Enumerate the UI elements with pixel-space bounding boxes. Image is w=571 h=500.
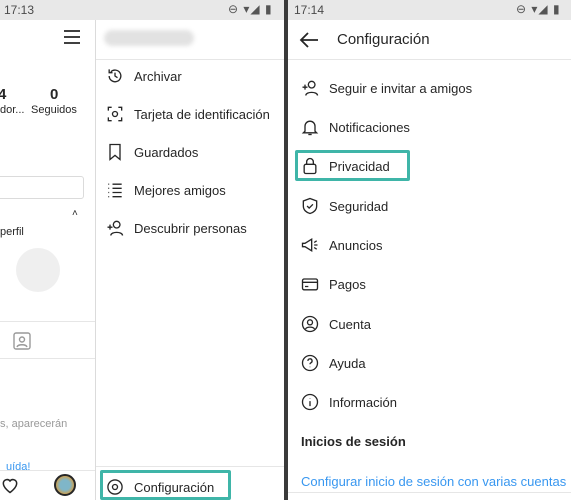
add-person-icon — [104, 217, 126, 239]
settings-item-notificaciones[interactable]: Notificaciones — [299, 116, 410, 138]
tagged-icon[interactable] — [12, 331, 32, 356]
profile-partial: 4 dor... 0 Seguidos perfil ˄ s, aparecer… — [0, 20, 95, 500]
bookmark-icon — [104, 141, 126, 163]
status-bar-right: 17:14 ⊖ ▾◢ ▮ — [288, 0, 571, 20]
drawer-item-label: Mejores amigos — [134, 182, 226, 198]
drawer-footer-divider — [96, 466, 284, 467]
page-title: Configuración — [337, 31, 430, 48]
screens-divider — [284, 0, 288, 500]
status-time: 17:13 — [4, 3, 35, 17]
lock-icon — [299, 155, 321, 177]
nametag-icon — [104, 103, 126, 125]
settings-item-seguir-e-invitar-a-amigos[interactable]: Seguir e invitar a amigos — [299, 77, 472, 99]
status-icons: ⊖ ▾◢ ▮ — [228, 2, 273, 16]
drawer-item-archivar[interactable]: Archivar — [104, 65, 182, 87]
settings-item-label: Seguridad — [329, 198, 389, 214]
edit-profile-button[interactable] — [0, 176, 84, 199]
megaphone-icon — [299, 234, 321, 256]
settings-item-label: Notificaciones — [329, 119, 410, 135]
followers-count: 4 — [0, 86, 7, 103]
settings-item-cuenta[interactable]: Cuenta — [299, 313, 371, 335]
card-icon — [299, 273, 321, 295]
info-icon — [299, 391, 321, 413]
settings-highlight-box — [100, 470, 231, 500]
add-person-icon — [299, 77, 321, 99]
settings-item-información[interactable]: Información — [299, 391, 397, 413]
settings-item-label: Cuenta — [329, 316, 371, 332]
drawer-header-divider — [96, 59, 284, 60]
drawer-item-label: Guardados — [134, 144, 199, 160]
status-icons-right: ⊖ ▾◢ ▮ — [516, 2, 561, 16]
bottom-nav-left — [0, 470, 95, 500]
drawer-item-label: Archivar — [134, 68, 182, 84]
drawer-item-label: Descubrir personas — [134, 220, 247, 236]
drawer-item-descubrir-personas[interactable]: Descubrir personas — [104, 217, 247, 239]
followers-label[interactable]: dor... — [0, 104, 24, 116]
settings-item-label: Información — [329, 394, 397, 410]
help-icon — [299, 352, 321, 374]
following-label[interactable]: Seguidos — [31, 104, 77, 116]
profile-avatar-icon[interactable] — [54, 474, 76, 496]
avatar-placeholder — [16, 248, 60, 292]
settings-item-label: Seguir e invitar a amigos — [329, 80, 473, 96]
profile-section-label: perfil — [0, 226, 24, 238]
drawer-item-tarjeta-de-identificación[interactable]: Tarjeta de identificación — [104, 103, 270, 125]
status-time-right: 17:14 — [294, 3, 325, 17]
bottom-nav-right — [288, 492, 571, 500]
tabs-divider-top — [0, 321, 95, 322]
close-friends-icon — [104, 179, 126, 201]
login-section-title: Inicios de sesión — [301, 434, 406, 449]
archive-icon — [104, 65, 126, 87]
settings-item-label: Anuncios — [329, 237, 383, 253]
settings-item-pagos[interactable]: Pagos — [299, 273, 366, 295]
settings-header: Configuración — [288, 20, 571, 60]
chevron-up-icon[interactable]: ˄ — [72, 208, 78, 219]
heart-icon[interactable] — [0, 475, 20, 500]
drawer-item-guardados[interactable]: Guardados — [104, 141, 198, 163]
multi-account-login-link[interactable]: Configurar inicio de sesión con varias c… — [301, 474, 566, 489]
drawer-item-mejores-amigos[interactable]: Mejores amigos — [104, 179, 226, 201]
menu-icon[interactable] — [62, 28, 82, 51]
account-icon — [299, 313, 321, 335]
settings-item-privacidad[interactable]: Privacidad — [299, 155, 390, 177]
shield-icon — [299, 195, 321, 217]
settings-item-label: Privacidad — [329, 158, 390, 174]
status-bar-left: 17:13 ⊖ ▾◢ ▮ — [0, 0, 284, 20]
following-count: 0 — [50, 86, 59, 103]
drawer-item-label: Tarjeta de identificación — [134, 106, 270, 122]
back-arrow-icon[interactable] — [298, 30, 320, 55]
empty-state-text: s, aparecerán — [0, 418, 68, 430]
side-drawer — [96, 20, 284, 500]
tabs-divider-bottom — [0, 358, 95, 359]
settings-item-seguridad[interactable]: Seguridad — [299, 195, 388, 217]
bell-icon — [299, 116, 321, 138]
settings-item-label: Pagos — [329, 276, 366, 292]
username-blurred — [104, 30, 194, 46]
settings-item-ayuda[interactable]: Ayuda — [299, 352, 366, 374]
settings-item-anuncios[interactable]: Anuncios — [299, 234, 382, 256]
settings-item-label: Ayuda — [329, 355, 366, 371]
